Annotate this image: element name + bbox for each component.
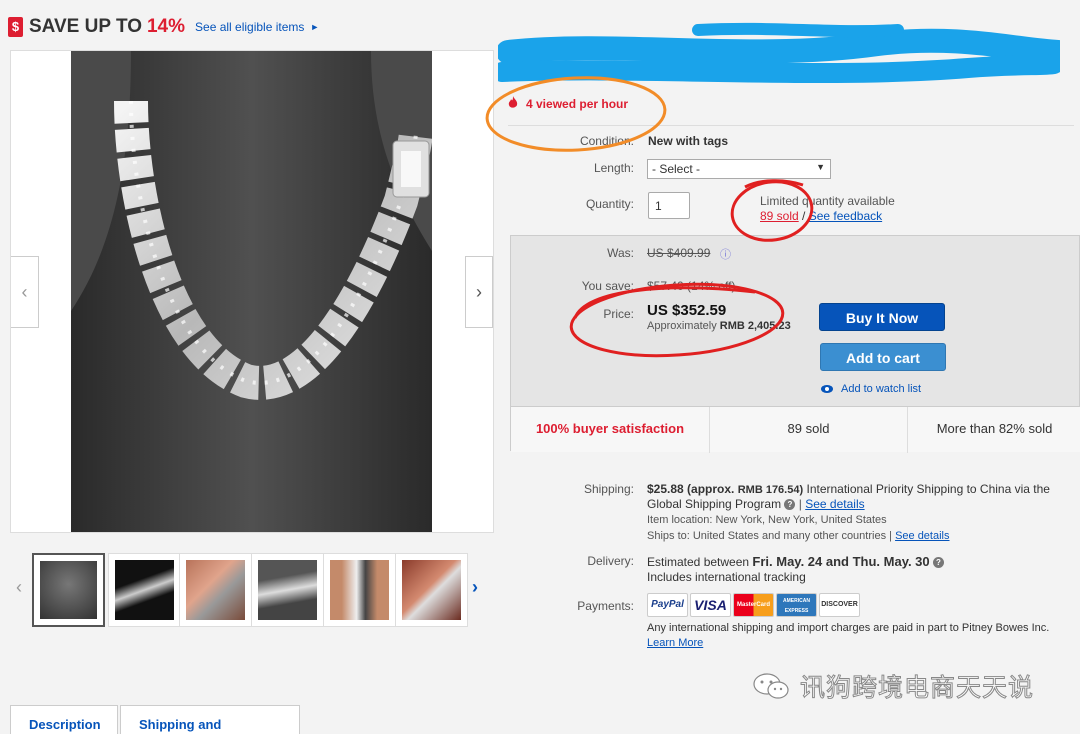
mastercard-logo: MasterCard — [733, 593, 774, 617]
paypal-logo: PayPal — [647, 593, 688, 617]
sold-separator: / — [802, 209, 806, 223]
tab-shipping-payments[interactable]: Shipping and payments — [120, 705, 300, 734]
shipping-line: $25.88 (approx. RMB 176.54) Internationa… — [647, 482, 1050, 496]
length-label: Length: — [593, 161, 634, 175]
eye-icon — [821, 385, 833, 393]
thumbnail-strip: ‹ › — [14, 553, 494, 627]
item-location: Item location: New York, New York, Unite… — [647, 514, 887, 526]
necklace-image — [71, 51, 432, 532]
see-eligible-items-link[interactable]: See all eligible items — [195, 20, 304, 34]
product-photo[interactable] — [71, 51, 432, 532]
you-save-value: $57.40 (14% off) — [647, 279, 736, 293]
thumbnail-image — [402, 560, 461, 620]
thumbnail-image — [258, 560, 317, 620]
help-icon[interactable]: ? — [784, 499, 796, 511]
promo-banner: $ SAVE UP TO 14% See all eligible items … — [8, 14, 319, 40]
thumbnail-next-button[interactable]: › — [472, 577, 478, 598]
thumbnail-image — [330, 560, 389, 620]
sold-feedback-line: 89 sold / See feedback — [760, 209, 882, 223]
wechat-icon — [752, 671, 790, 701]
sold-count: 89 sold — [710, 407, 908, 453]
shipping-amount-rmb: RMB 176.54) — [737, 484, 804, 496]
divider — [508, 125, 1074, 126]
quantity-label: Quantity: — [585, 197, 634, 211]
thumbnail-6[interactable] — [395, 553, 468, 627]
gallery-prev-button[interactable]: ‹ — [11, 256, 39, 328]
was-label: Was: — [607, 246, 634, 260]
percent-sold: More than 82% sold — [936, 421, 1053, 436]
length-select[interactable]: - Select - ▼ — [647, 159, 831, 179]
quantity-input[interactable]: 1 — [648, 192, 690, 219]
thumbnail-image — [115, 560, 174, 620]
thumbnail-prev-button[interactable]: ‹ — [16, 577, 22, 598]
image-gallery: ‹ › — [10, 50, 494, 533]
shipping-via: via the — [1014, 482, 1050, 496]
stats-bar: 100% buyer satisfaction 89 sold More tha… — [511, 406, 1080, 453]
amex-logo: AMERICAN EXPRESS — [776, 593, 817, 617]
approx-price: Approximately RMB 2,405.23 — [647, 320, 791, 332]
add-to-watch-list-link[interactable]: Add to watch list — [821, 383, 921, 395]
wechat-watermark: 讯狗跨境电商天天说 — [752, 668, 1034, 704]
delivery-label: Delivery: — [587, 554, 634, 568]
arrow-right-icon: ► — [310, 22, 320, 32]
ships-to-see-details-link[interactable]: See details — [895, 530, 949, 542]
learn-more-link[interactable]: Learn More — [647, 637, 703, 649]
price-label: Price: — [603, 307, 634, 321]
thumbnail-image — [186, 560, 245, 620]
redaction-scribble — [498, 22, 1060, 84]
price-box: 100% buyer satisfaction 89 sold More tha… — [510, 235, 1080, 453]
global-shipping-line: Global Shipping Program ? | See details — [647, 497, 865, 511]
viewed-text: 4 viewed per hour — [526, 97, 629, 111]
listing-page: $ SAVE UP TO 14% See all eligible items … — [0, 0, 1080, 734]
gallery-next-button[interactable]: › — [465, 256, 493, 328]
thumbnail-5[interactable] — [323, 553, 396, 627]
buy-it-now-button[interactable]: Buy It Now — [819, 303, 945, 331]
thumbnail-4[interactable] — [251, 553, 324, 627]
you-save-label: You save: — [581, 279, 634, 293]
delivery-range: Fri. May. 24 and Thu. May. 30 — [752, 554, 930, 569]
ships-to-line: Ships to: United States and many other c… — [647, 530, 950, 542]
learn-more-text: Learn More — [647, 637, 704, 649]
delivery-estimated: Estimated between — [647, 555, 750, 569]
approx-value: RMB 2,405.23 — [719, 320, 791, 332]
limited-quantity-text: Limited quantity available — [760, 194, 895, 208]
shipping-label: Shipping: — [583, 482, 634, 496]
approx-prefix: Approximately — [647, 320, 720, 332]
thumbnail-1[interactable] — [32, 553, 105, 627]
condition-label: Condition: — [579, 134, 634, 148]
visa-logo: VISA — [690, 593, 731, 617]
thumbnail-3[interactable] — [179, 553, 252, 627]
dropdown-arrow-icon: ▼ — [816, 162, 825, 172]
shipping-method: International Priority Shipping to China — [806, 482, 1012, 496]
watch-label: Add to watch list — [841, 383, 922, 395]
thumbnail-image — [40, 561, 97, 619]
thumbnail-2[interactable] — [108, 553, 181, 627]
was-price: US $409.99 — [647, 246, 711, 260]
payments-note: Any international shipping and import ch… — [647, 622, 1050, 634]
discover-logo: DISCOVER — [819, 593, 860, 617]
promo-title: SAVE UP TO — [29, 16, 142, 37]
fire-icon — [508, 96, 518, 112]
length-selected: - Select - — [652, 162, 701, 176]
payments-label: Payments: — [577, 599, 634, 613]
global-shipping-program: Global Shipping Program — [647, 497, 782, 511]
delivery-tracking: Includes international tracking — [647, 570, 806, 584]
ships-to-text: Ships to: United States and many other c… — [647, 530, 887, 542]
see-feedback-link[interactable]: See feedback — [809, 209, 882, 223]
promo-percent: 14% — [146, 16, 186, 37]
help-icon[interactable]: ? — [932, 557, 944, 569]
price-value: US $352.59 — [647, 302, 727, 319]
tab-description[interactable]: Description — [10, 705, 118, 734]
viewed-per-hour: 4 viewed per hour — [508, 96, 628, 112]
watermark-text: 讯狗跨境电商天天说 — [799, 673, 1035, 703]
shipping-see-details-link[interactable]: See details — [805, 497, 864, 511]
sold-count-link[interactable]: 89 sold — [760, 209, 799, 223]
add-to-cart-button[interactable]: Add to cart — [820, 343, 946, 371]
sale-tag-icon: $ — [8, 17, 23, 37]
delivery-line: Estimated between Fri. May. 24 and Thu. … — [647, 554, 944, 569]
condition-value: New with tags — [648, 134, 729, 148]
shipping-amount: $25.88 (approx. — [647, 482, 735, 496]
buyer-satisfaction: 100% buyer satisfaction — [511, 407, 710, 453]
info-icon[interactable]: ⓘ — [720, 246, 731, 262]
